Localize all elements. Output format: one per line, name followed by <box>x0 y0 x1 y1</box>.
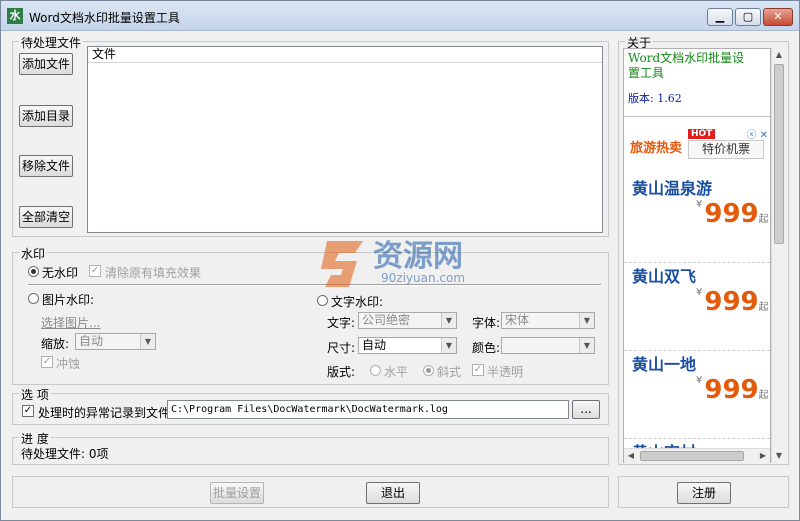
hot-badge: HOT <box>688 129 716 139</box>
chevron-down-icon: ▼ <box>140 334 155 349</box>
image-watermark-label: 图片水印: <box>42 293 95 307</box>
image-watermark-radio[interactable] <box>28 293 39 304</box>
text-value: 公司绝密 <box>362 313 411 327</box>
remove-file-button[interactable]: 移除文件 <box>19 155 73 177</box>
about-content: Word文档水印批量设置工具 版本: 1.62 旅游热卖 HOT 特价机票 ⓧ … <box>623 48 771 463</box>
add-directory-button[interactable]: 添加目录 <box>19 105 73 127</box>
cheap-flight-tab[interactable]: 特价机票 <box>688 140 764 159</box>
close-button[interactable]: ✕ <box>763 8 793 26</box>
scroll-right-icon[interactable]: ▶ <box>756 449 770 463</box>
ad-item-name: 黄山双飞 <box>632 267 697 286</box>
text-field-label: 文字: <box>327 316 356 330</box>
ad-item-price: ¥999起 <box>696 199 769 229</box>
ad-item-name: 黄山一地 <box>632 355 697 374</box>
semitransparent-checkbox[interactable]: ✓ <box>472 364 484 376</box>
scroll-up-icon[interactable]: ▲ <box>772 48 786 62</box>
minimize-button[interactable]: ▁ <box>707 8 733 26</box>
text-watermark-radio[interactable] <box>317 295 328 306</box>
clear-fill-label: 清除原有填充效果 <box>105 266 202 280</box>
chevron-down-icon: ▼ <box>579 338 594 353</box>
title-bar[interactable]: 水 Word文档水印批量设置工具 ▁ ▢ ✕ <box>1 1 799 31</box>
ad-close-icon[interactable]: ⓧ ✕ <box>746 126 768 141</box>
scroll-left-icon[interactable]: ◀ <box>624 449 638 463</box>
options-group-title: 选 项 <box>19 386 51 403</box>
watermark-divider <box>28 284 601 286</box>
footer-panel <box>12 476 609 508</box>
files-group-title: 待处理文件 <box>19 34 84 51</box>
color-select[interactable]: ▼ <box>501 337 595 354</box>
batch-apply-button[interactable]: 批量设置 <box>210 482 264 504</box>
horizontal-radio[interactable] <box>370 365 381 376</box>
scale-value: 自动 <box>79 334 104 348</box>
scale-select[interactable]: 自动 ▼ <box>75 333 156 350</box>
register-button[interactable]: 注册 <box>677 482 731 504</box>
horizontal-label: 水平 <box>384 365 409 379</box>
text-watermark-label: 文字水印: <box>331 295 384 309</box>
select-image-link[interactable]: 选择图片... <box>41 314 100 331</box>
diagonal-label: 斜式 <box>437 365 462 379</box>
about-app-title: Word文档水印批量设置工具 <box>628 51 745 80</box>
browse-log-button[interactable]: ... <box>572 400 600 419</box>
no-watermark-label: 无水印 <box>42 266 79 280</box>
add-file-button[interactable]: 添加文件 <box>19 53 73 75</box>
progress-status: 待处理文件: 0项 <box>21 447 109 461</box>
font-label: 字体: <box>472 316 501 330</box>
about-horizontal-scrollbar[interactable]: ◀ ▶ <box>624 448 770 463</box>
about-divider <box>624 116 770 117</box>
main-window: 水 Word文档水印批量设置工具 ▁ ▢ ✕ 待处理文件 添加文件 添加目录 移… <box>0 0 800 521</box>
size-select[interactable]: 自动 ▼ <box>358 337 457 354</box>
ad-banner[interactable]: 旅游热卖 HOT 特价机票 ⓧ ✕ 黄山温泉游 ¥999起 黄山双飞 ¥999起… <box>624 123 770 453</box>
file-column-header[interactable]: 文件 <box>88 47 602 63</box>
semitransparent-label: 半透明 <box>487 365 524 379</box>
size-value: 自动 <box>362 338 387 352</box>
layout-label: 版式: <box>327 365 356 379</box>
scrollbar-thumb[interactable] <box>774 64 784 244</box>
ad-header: 旅游热卖 HOT 特价机票 ⓧ ✕ <box>624 123 770 161</box>
log-path-input[interactable]: C:\Program Files\DocWatermark\DocWaterma… <box>167 400 569 419</box>
watermark-group-title: 水印 <box>19 245 48 262</box>
ad-item-price: ¥999起 <box>696 287 769 317</box>
about-version: 版本: 1.62 <box>628 92 682 105</box>
ad-item[interactable]: 黄山一地 ¥999起 <box>624 351 770 439</box>
font-value: 宋体 <box>505 313 530 327</box>
scroll-down-icon[interactable]: ▼ <box>772 449 786 463</box>
ad-item[interactable]: 黄山双飞 ¥999起 <box>624 263 770 351</box>
size-label: 尺寸: <box>327 341 356 355</box>
ad-item-price: ¥999起 <box>696 375 769 405</box>
font-select[interactable]: 宋体 ▼ <box>501 312 595 329</box>
log-errors-label: 处理时的异常记录到文件: <box>38 406 175 420</box>
ad-tag: 旅游热卖 <box>630 141 683 156</box>
window-title: Word文档水印批量设置工具 <box>29 11 180 25</box>
chevron-down-icon: ▼ <box>441 338 456 353</box>
ad-item-name: 黄山温泉游 <box>632 179 713 198</box>
washout-label: 冲蚀 <box>56 357 81 371</box>
chevron-down-icon: ▼ <box>579 313 594 328</box>
chevron-down-icon: ▼ <box>441 313 456 328</box>
clear-fill-checkbox[interactable]: ✓ <box>89 265 101 277</box>
log-errors-checkbox[interactable]: ✓ <box>22 405 34 417</box>
app-icon: 水 <box>7 8 23 24</box>
file-list[interactable]: 文件 <box>87 46 603 233</box>
color-label: 颜色: <box>472 341 501 355</box>
exit-button[interactable]: 退出 <box>366 482 420 504</box>
text-select[interactable]: 公司绝密 ▼ <box>358 312 457 329</box>
no-watermark-radio[interactable] <box>28 266 39 277</box>
washout-checkbox[interactable]: ✓ <box>41 356 53 368</box>
about-vertical-scrollbar[interactable]: ▲ ▼ <box>771 48 786 463</box>
scrollbar-thumb[interactable] <box>640 451 744 461</box>
diagonal-radio[interactable] <box>423 365 434 376</box>
scale-label: 缩放: <box>41 337 70 351</box>
maximize-button[interactable]: ▢ <box>735 8 761 26</box>
clear-all-button[interactable]: 全部清空 <box>19 206 73 228</box>
ad-item[interactable]: 黄山温泉游 ¥999起 <box>624 175 770 263</box>
